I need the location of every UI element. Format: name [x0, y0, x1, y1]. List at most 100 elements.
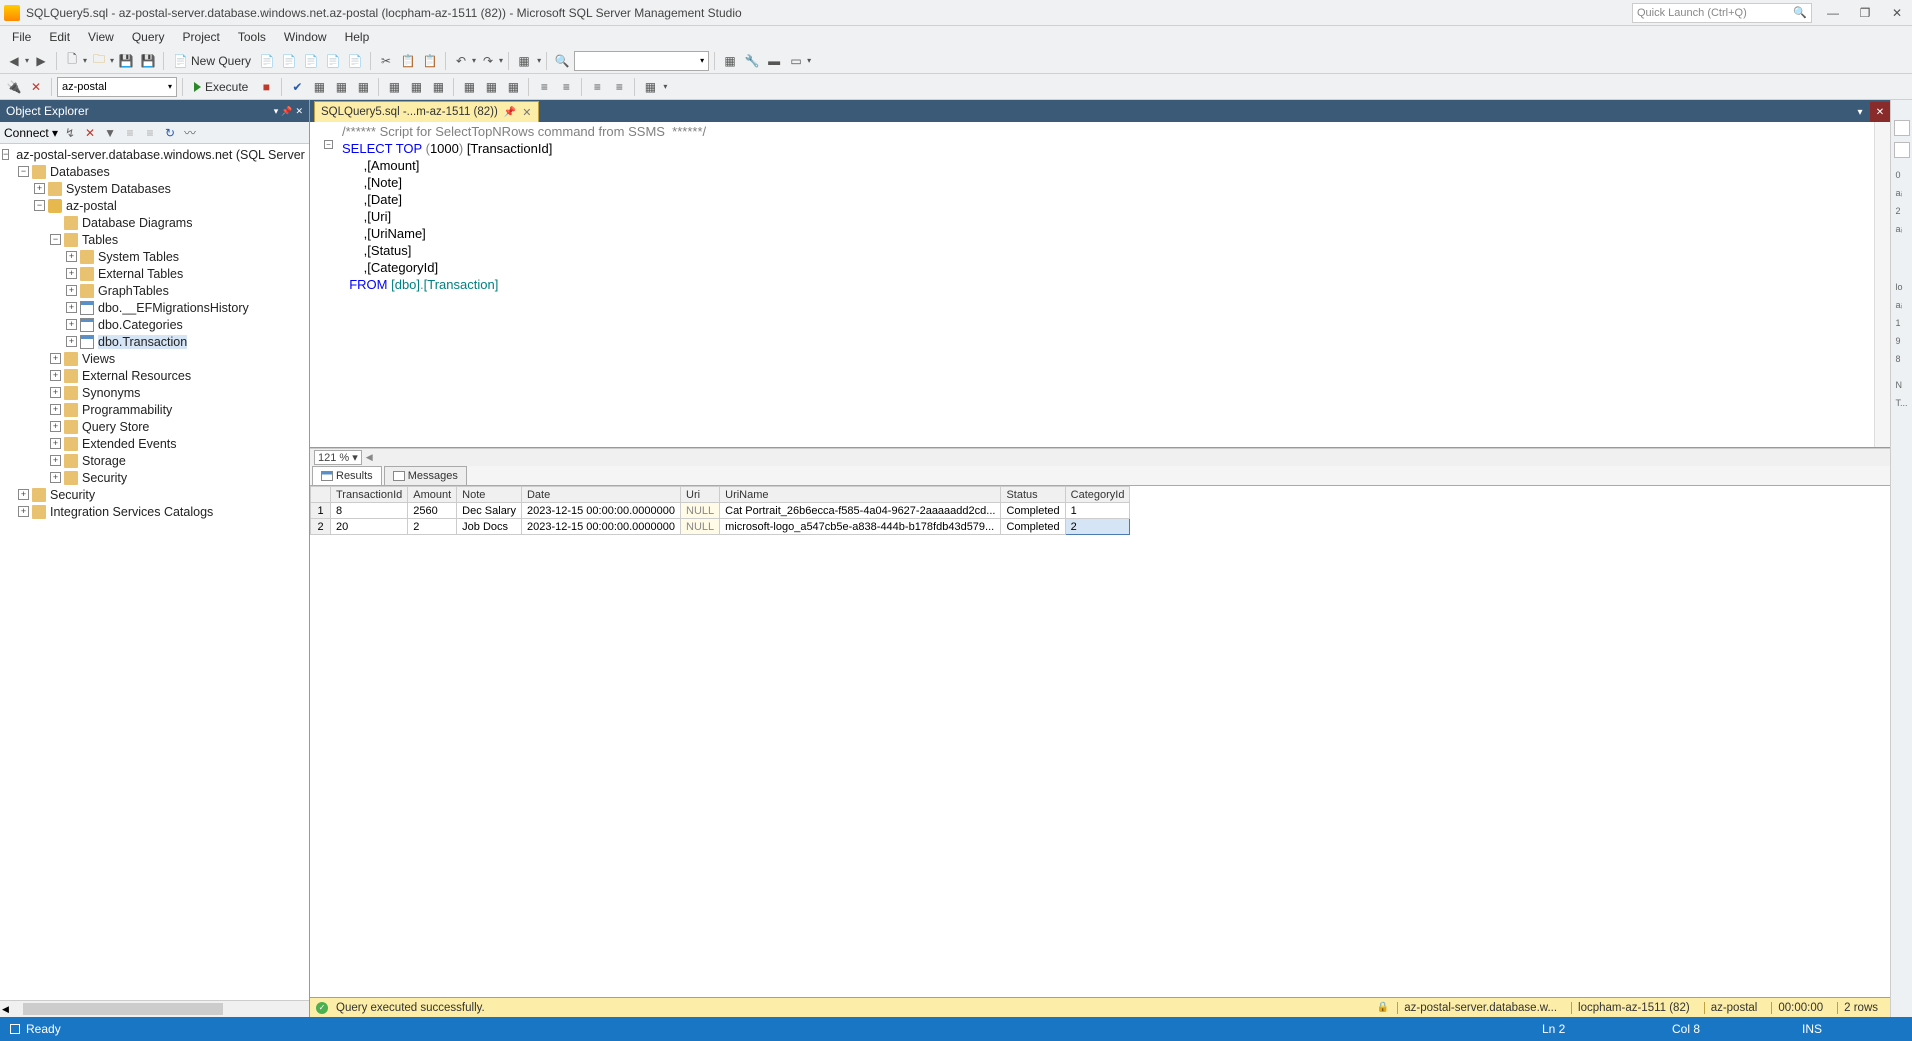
- live-stats-button[interactable]: ▦: [406, 77, 426, 97]
- find-combo[interactable]: ▾: [574, 51, 709, 71]
- tree-synonyms[interactable]: +Synonyms: [0, 384, 309, 401]
- sqlcmd-drop[interactable]: ▾: [662, 77, 667, 97]
- menu-query[interactable]: Query: [124, 28, 173, 46]
- tree-prog[interactable]: +Programmability: [0, 401, 309, 418]
- copy-button[interactable]: 📋: [398, 51, 418, 71]
- grid-header-date[interactable]: Date: [521, 487, 680, 503]
- pulse-icon[interactable]: 〰: [182, 125, 198, 141]
- oe-hscroll[interactable]: ◀: [0, 1000, 309, 1017]
- menu-view[interactable]: View: [80, 28, 122, 46]
- zoom-combo[interactable]: 121 % ▾: [314, 450, 362, 465]
- sql-editor[interactable]: −/****** Script for SelectTopNRows comma…: [310, 122, 1890, 448]
- tb-btn-c[interactable]: ▬: [764, 51, 784, 71]
- messages-tab[interactable]: Messages: [384, 466, 467, 485]
- tree-tables[interactable]: −Tables: [0, 231, 309, 248]
- grid-header-uri[interactable]: Uri: [681, 487, 720, 503]
- new-project-button[interactable]: 🗋▾: [62, 51, 87, 71]
- grid-cell[interactable]: Cat Portrait_26b6ecca-f585-4a04-9627-2aa…: [720, 503, 1001, 519]
- tree-dbdiag[interactable]: Database Diagrams: [0, 214, 309, 231]
- tree-extres[interactable]: +External Resources: [0, 367, 309, 384]
- navigate-fwd-button[interactable]: ▶: [31, 51, 51, 71]
- code-scrollbar[interactable]: [1874, 122, 1890, 447]
- grid-cell[interactable]: 2: [311, 519, 331, 535]
- menu-window[interactable]: Window: [276, 28, 335, 46]
- intellisense-button[interactable]: ▦: [353, 77, 373, 97]
- refresh-icon[interactable]: ↻: [162, 125, 178, 141]
- oe-dropdown-button[interactable]: ▾: [274, 106, 279, 117]
- tree-views[interactable]: +Views: [0, 350, 309, 367]
- grid-cell[interactable]: Completed: [1001, 519, 1065, 535]
- new-query-button[interactable]: 📄New Query: [169, 54, 255, 68]
- disconnect-icon[interactable]: ↯: [62, 125, 78, 141]
- grid-cell[interactable]: NULL: [681, 519, 720, 535]
- right-toolwindow-strip[interactable]: 0aᵢ2aᵢloaᵢ198NT...: [1890, 100, 1912, 1017]
- tb-btn-b[interactable]: 🔧: [742, 51, 762, 71]
- disconnect-button[interactable]: ✕: [26, 77, 46, 97]
- mdx-query-button[interactable]: 📄: [301, 51, 321, 71]
- registered-button[interactable]: ▾: [536, 51, 541, 71]
- tb-btn-a[interactable]: ▦: [720, 51, 740, 71]
- close-button[interactable]: ✕: [1886, 6, 1908, 20]
- oe-close-button[interactable]: ✕: [295, 106, 303, 117]
- find-button[interactable]: 🔍: [552, 51, 572, 71]
- open-file-button[interactable]: 🗀▾: [89, 51, 114, 71]
- save-all-button[interactable]: 💾: [138, 51, 158, 71]
- grid-cell[interactable]: 2023-12-15 00:00:00.0000000: [521, 519, 680, 535]
- as-query-button[interactable]: 📄: [279, 51, 299, 71]
- undo-button[interactable]: ↶▾: [451, 51, 476, 71]
- stop-icon[interactable]: ✕: [82, 125, 98, 141]
- grid-cell[interactable]: Dec Salary: [457, 503, 522, 519]
- tree-qs[interactable]: +Query Store: [0, 418, 309, 435]
- grid-header-amount[interactable]: Amount: [408, 487, 457, 503]
- tree-transaction[interactable]: +dbo.Transaction: [0, 333, 309, 350]
- cut-button[interactable]: ✂: [376, 51, 396, 71]
- hscroll-left[interactable]: ◀: [366, 452, 373, 463]
- results-grid-button[interactable]: ▦: [481, 77, 501, 97]
- uncomment-button[interactable]: ≡: [556, 77, 576, 97]
- outdent-button[interactable]: ≡: [609, 77, 629, 97]
- tree-azpostal[interactable]: −az-postal: [0, 197, 309, 214]
- cancel-exec-button[interactable]: ■: [256, 77, 276, 97]
- maximize-button[interactable]: ❐: [1854, 6, 1876, 20]
- grid-cell[interactable]: 2: [1065, 519, 1130, 535]
- sort-icon[interactable]: ≡: [122, 125, 138, 141]
- dmx-query-button[interactable]: 📄: [323, 51, 343, 71]
- grid-cell[interactable]: 1: [311, 503, 331, 519]
- object-explorer-tree[interactable]: −az-postal-server.database.windows.net (…: [0, 144, 309, 1000]
- grid-cell[interactable]: 20: [331, 519, 408, 535]
- filter-icon[interactable]: ▼: [102, 125, 118, 141]
- grid-cell[interactable]: 2560: [408, 503, 457, 519]
- tb-btn-d[interactable]: ▭▾: [786, 51, 811, 71]
- results-grid[interactable]: TransactionId Amount Note Date Uri UriNa…: [310, 486, 1130, 535]
- est-plan-button[interactable]: ▦: [309, 77, 329, 97]
- grid-cell[interactable]: Completed: [1001, 503, 1065, 519]
- right-grid-icon[interactable]: [1894, 120, 1910, 136]
- table-row[interactable]: 2202Job Docs2023-12-15 00:00:00.0000000N…: [311, 519, 1130, 535]
- tree-exttables[interactable]: +External Tables: [0, 265, 309, 282]
- grid-header-rownum[interactable]: [311, 487, 331, 503]
- quick-launch-input[interactable]: Quick Launch (Ctrl+Q) 🔍: [1632, 3, 1812, 23]
- grid-cell[interactable]: NULL: [681, 503, 720, 519]
- tree-isc[interactable]: +Integration Services Catalogs: [0, 503, 309, 520]
- query-options-button[interactable]: ▦: [331, 77, 351, 97]
- navigate-back-button[interactable]: ◀▾: [4, 51, 29, 71]
- actual-plan-button[interactable]: ▦: [384, 77, 404, 97]
- tree-extev[interactable]: +Extended Events: [0, 435, 309, 452]
- tree-databases[interactable]: −Databases: [0, 163, 309, 180]
- menu-tools[interactable]: Tools: [230, 28, 274, 46]
- minimize-button[interactable]: —: [1822, 6, 1844, 20]
- grid-cell[interactable]: 8: [331, 503, 408, 519]
- menu-help[interactable]: Help: [337, 28, 378, 46]
- tree-storage[interactable]: +Storage: [0, 452, 309, 469]
- sqlcmd-button[interactable]: ▦: [640, 77, 660, 97]
- sort2-icon[interactable]: ≡: [142, 125, 158, 141]
- menu-edit[interactable]: Edit: [41, 28, 78, 46]
- grid-cell[interactable]: 2: [408, 519, 457, 535]
- db-engine-query-button[interactable]: 📄: [257, 51, 277, 71]
- tree-graphtables[interactable]: +GraphTables: [0, 282, 309, 299]
- results-text-button[interactable]: ▦: [459, 77, 479, 97]
- activity-button[interactable]: ▦: [514, 51, 534, 71]
- tree-categories[interactable]: +dbo.Categories: [0, 316, 309, 333]
- change-connection-button[interactable]: 🔌: [4, 77, 24, 97]
- tree-dbsecurity[interactable]: +Security: [0, 469, 309, 486]
